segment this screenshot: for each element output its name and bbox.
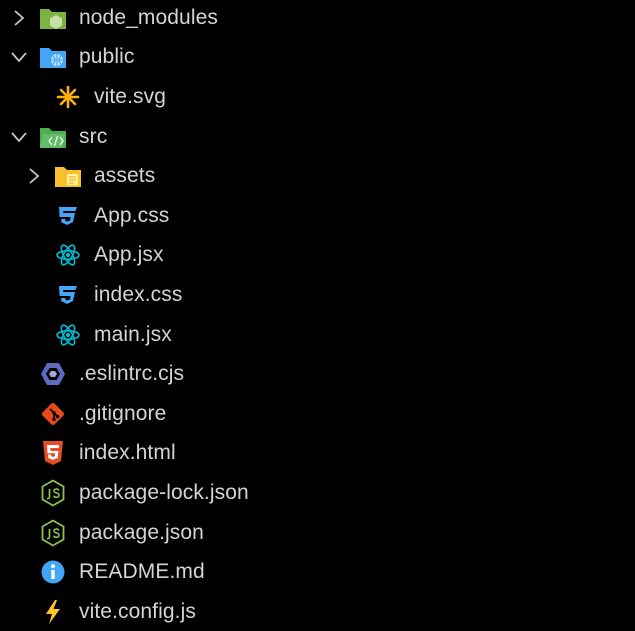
vite-file-icon	[39, 598, 67, 626]
folder-assets-icon	[54, 162, 82, 190]
tree-item-eslintrc[interactable]: .eslintrc.cjs	[0, 354, 635, 394]
tree-item-main-jsx[interactable]: main.jsx	[0, 315, 635, 355]
tree-item-label: node_modules	[79, 5, 218, 29]
tree-item-label: public	[79, 45, 135, 69]
chevron-right-icon[interactable]	[9, 8, 29, 28]
tree-item-app-css[interactable]: App.css	[0, 196, 635, 236]
html-file-icon	[39, 439, 67, 467]
folder-node-icon	[39, 4, 67, 32]
tree-item-label: src	[79, 124, 108, 148]
tree-item-label: App.jsx	[94, 243, 164, 267]
tree-item-app-jsx[interactable]: App.jsx	[0, 236, 635, 276]
tree-item-label: assets	[94, 164, 156, 188]
tree-item-label: .gitignore	[79, 401, 167, 425]
tree-item-src[interactable]: src	[0, 117, 635, 157]
tree-item-label: main.jsx	[94, 322, 172, 346]
css-file-icon	[54, 202, 82, 230]
info-file-icon	[39, 558, 67, 586]
git-file-icon	[39, 400, 67, 428]
tree-item-gitignore[interactable]: .gitignore	[0, 394, 635, 434]
nodejs-file-icon	[39, 519, 67, 547]
react-file-icon	[54, 321, 82, 349]
tree-item-label: README.md	[79, 560, 205, 584]
folder-public-icon	[39, 43, 67, 71]
tree-item-package-lock-json[interactable]: package-lock.json	[0, 473, 635, 513]
tree-item-vite-svg[interactable]: vite.svg	[0, 77, 635, 117]
file-explorer-tree: node_modules public vite.svg src assets …	[0, 0, 635, 631]
tree-item-index-html[interactable]: index.html	[0, 434, 635, 474]
chevron-down-icon[interactable]	[9, 47, 29, 67]
tree-item-label: vite.config.js	[79, 599, 196, 623]
tree-item-vite-config[interactable]: vite.config.js	[0, 592, 635, 631]
tree-item-readme[interactable]: README.md	[0, 552, 635, 592]
tree-item-package-json[interactable]: package.json	[0, 513, 635, 553]
tree-item-public[interactable]: public	[0, 38, 635, 78]
tree-item-label: vite.svg	[94, 84, 166, 108]
folder-src-icon	[39, 123, 67, 151]
tree-item-label: App.css	[94, 203, 170, 227]
svg-file-icon	[54, 83, 82, 111]
tree-item-label: index.css	[94, 282, 183, 306]
nodejs-file-icon	[39, 479, 67, 507]
eslint-file-icon	[39, 360, 67, 388]
chevron-down-icon[interactable]	[9, 127, 29, 147]
tree-item-label: index.html	[79, 441, 176, 465]
tree-item-node-modules[interactable]: node_modules	[0, 0, 635, 38]
css-file-icon	[54, 281, 82, 309]
tree-item-label: package-lock.json	[79, 480, 249, 504]
tree-item-label: package.json	[79, 520, 204, 544]
react-file-icon	[54, 241, 82, 269]
tree-item-label: .eslintrc.cjs	[79, 362, 185, 386]
tree-item-assets[interactable]: assets	[0, 156, 635, 196]
tree-item-index-css[interactable]: index.css	[0, 275, 635, 315]
chevron-right-icon[interactable]	[24, 166, 44, 186]
